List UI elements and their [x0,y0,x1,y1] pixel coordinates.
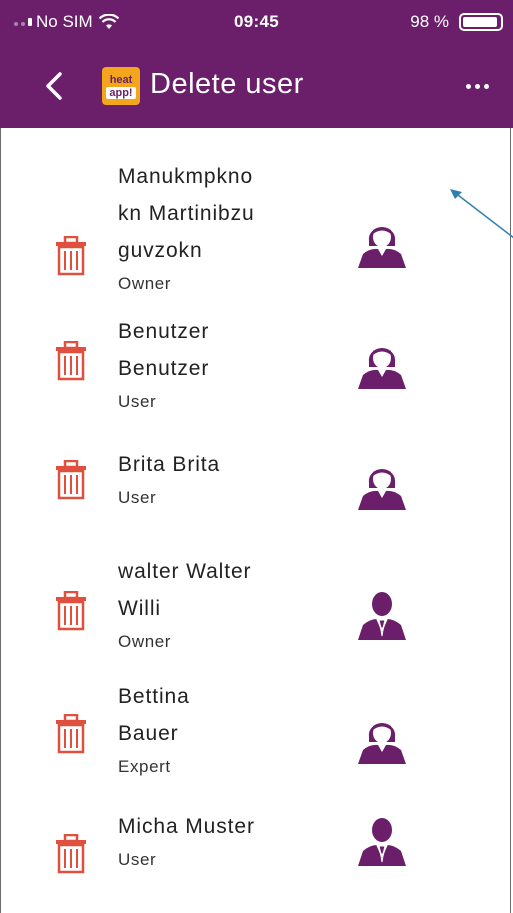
user-role: User [118,392,157,411]
logo-text-bottom: app! [106,86,136,99]
user-name-line: Benutzer [118,357,210,380]
heatapp-logo: heat app! [102,67,140,105]
user-role: Owner [118,274,172,293]
user-name: Brita Brita User [118,446,298,513]
chevron-left-icon[interactable] [38,68,74,104]
user-name: Manukmpkno kn Martinibzu guvzokn Owner [118,158,298,299]
annotation-arrow [450,189,513,239]
battery-percentage: 98 % [410,12,449,31]
user-name-line: Bauer [118,722,179,745]
page-title: Delete user [150,68,304,100]
user-role: Expert [118,757,171,776]
trash-icon[interactable] [54,590,88,631]
female-avatar-icon [356,460,408,510]
user-name-line: Brita Brita [118,453,221,476]
female-avatar-icon [356,339,408,389]
user-role: User [118,850,157,869]
user-name: Bettina Bauer Expert [118,678,298,782]
user-name-line: Willi [118,597,161,620]
user-name: walter Walter Willi Owner [118,553,298,657]
user-name-line: Benutzer [118,320,210,343]
status-bar: No SIM 09:45 98 % [0,0,513,44]
user-name-line: guvzokn [118,239,203,262]
user-name-line: kn Martinibzu [118,202,255,225]
user-role: Owner [118,632,172,651]
male-avatar-icon [356,816,408,866]
trash-icon[interactable] [54,459,88,500]
male-avatar-icon [356,590,408,640]
user-name-line: Micha Muster [118,815,255,838]
trash-icon[interactable] [54,833,88,874]
user-name-line: Bettina [118,685,190,708]
trash-icon[interactable] [54,235,88,276]
app-header: No SIM 09:45 98 % heat app! Delete user [0,0,513,128]
user-name-line: Manukmpkno [118,165,254,188]
battery-icon [459,13,503,31]
user-name: Benutzer Benutzer User [118,313,298,417]
logo-text-top: heat [109,73,133,86]
trash-icon[interactable] [54,340,88,381]
navigation-bar: heat app! Delete user [0,44,513,128]
female-avatar-icon [356,218,408,268]
trash-icon[interactable] [54,713,88,754]
user-role: User [118,488,157,507]
user-name: Micha Muster User [118,808,298,875]
female-avatar-icon [356,714,408,764]
user-name-line: walter Walter [118,560,252,583]
more-dots-icon[interactable] [459,74,495,98]
